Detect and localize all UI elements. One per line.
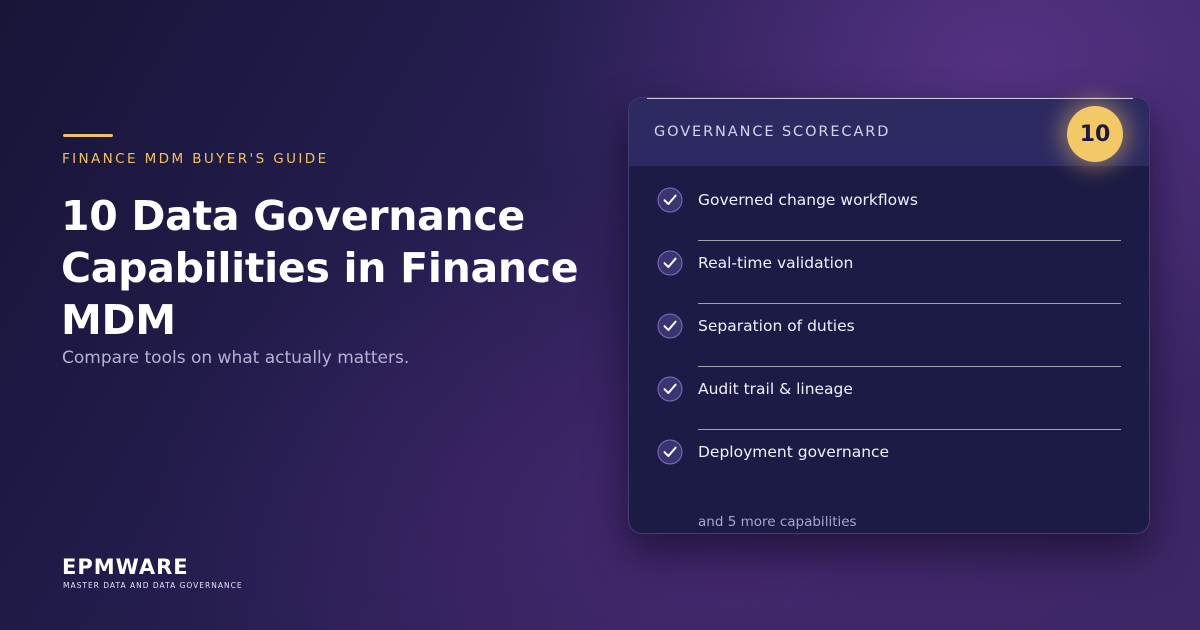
subtitle: Compare tools on what actually matters. <box>62 348 410 368</box>
list-item: Separation of duties <box>629 292 1149 367</box>
scorecard-title: GOVERNANCE SCORECARD <box>654 124 891 140</box>
list-item: Deployment governance <box>629 418 1149 481</box>
eyebrow-label: FINANCE MDM BUYER'S GUIDE <box>62 151 329 167</box>
brand-tagline: MASTER DATA AND DATA GOVERNANCE <box>63 581 243 590</box>
check-circle-icon <box>657 187 683 213</box>
brand-logo: EPMWARE <box>62 555 189 579</box>
capability-label: Deployment governance <box>698 443 890 461</box>
capability-label: Real-time validation <box>698 254 854 272</box>
check-circle-icon <box>657 250 683 276</box>
page-title: 10 Data Governance Capabilities in Finan… <box>61 192 579 344</box>
check-circle-icon <box>657 376 683 402</box>
capability-label: Governed change workflows <box>698 191 918 209</box>
list-item: Real-time validation <box>629 229 1149 304</box>
score-badge: 10 <box>1067 106 1123 162</box>
capability-label: Separation of duties <box>698 317 855 335</box>
scorecard-header: GOVERNANCE SCORECARD 10 <box>629 98 1149 166</box>
capability-label: Audit trail & lineage <box>698 380 853 398</box>
check-circle-icon <box>657 439 683 465</box>
check-circle-icon <box>657 313 683 339</box>
card-top-line <box>647 98 1133 99</box>
list-item: Audit trail & lineage <box>629 355 1149 430</box>
scorecard-card: GOVERNANCE SCORECARD 10 Governed change … <box>628 97 1150 534</box>
more-capabilities-note: and 5 more capabilities <box>698 514 857 530</box>
capability-list: Governed change workflows Real-time vali… <box>629 166 1149 481</box>
list-item: Governed change workflows <box>629 166 1149 241</box>
accent-bar <box>63 134 113 137</box>
